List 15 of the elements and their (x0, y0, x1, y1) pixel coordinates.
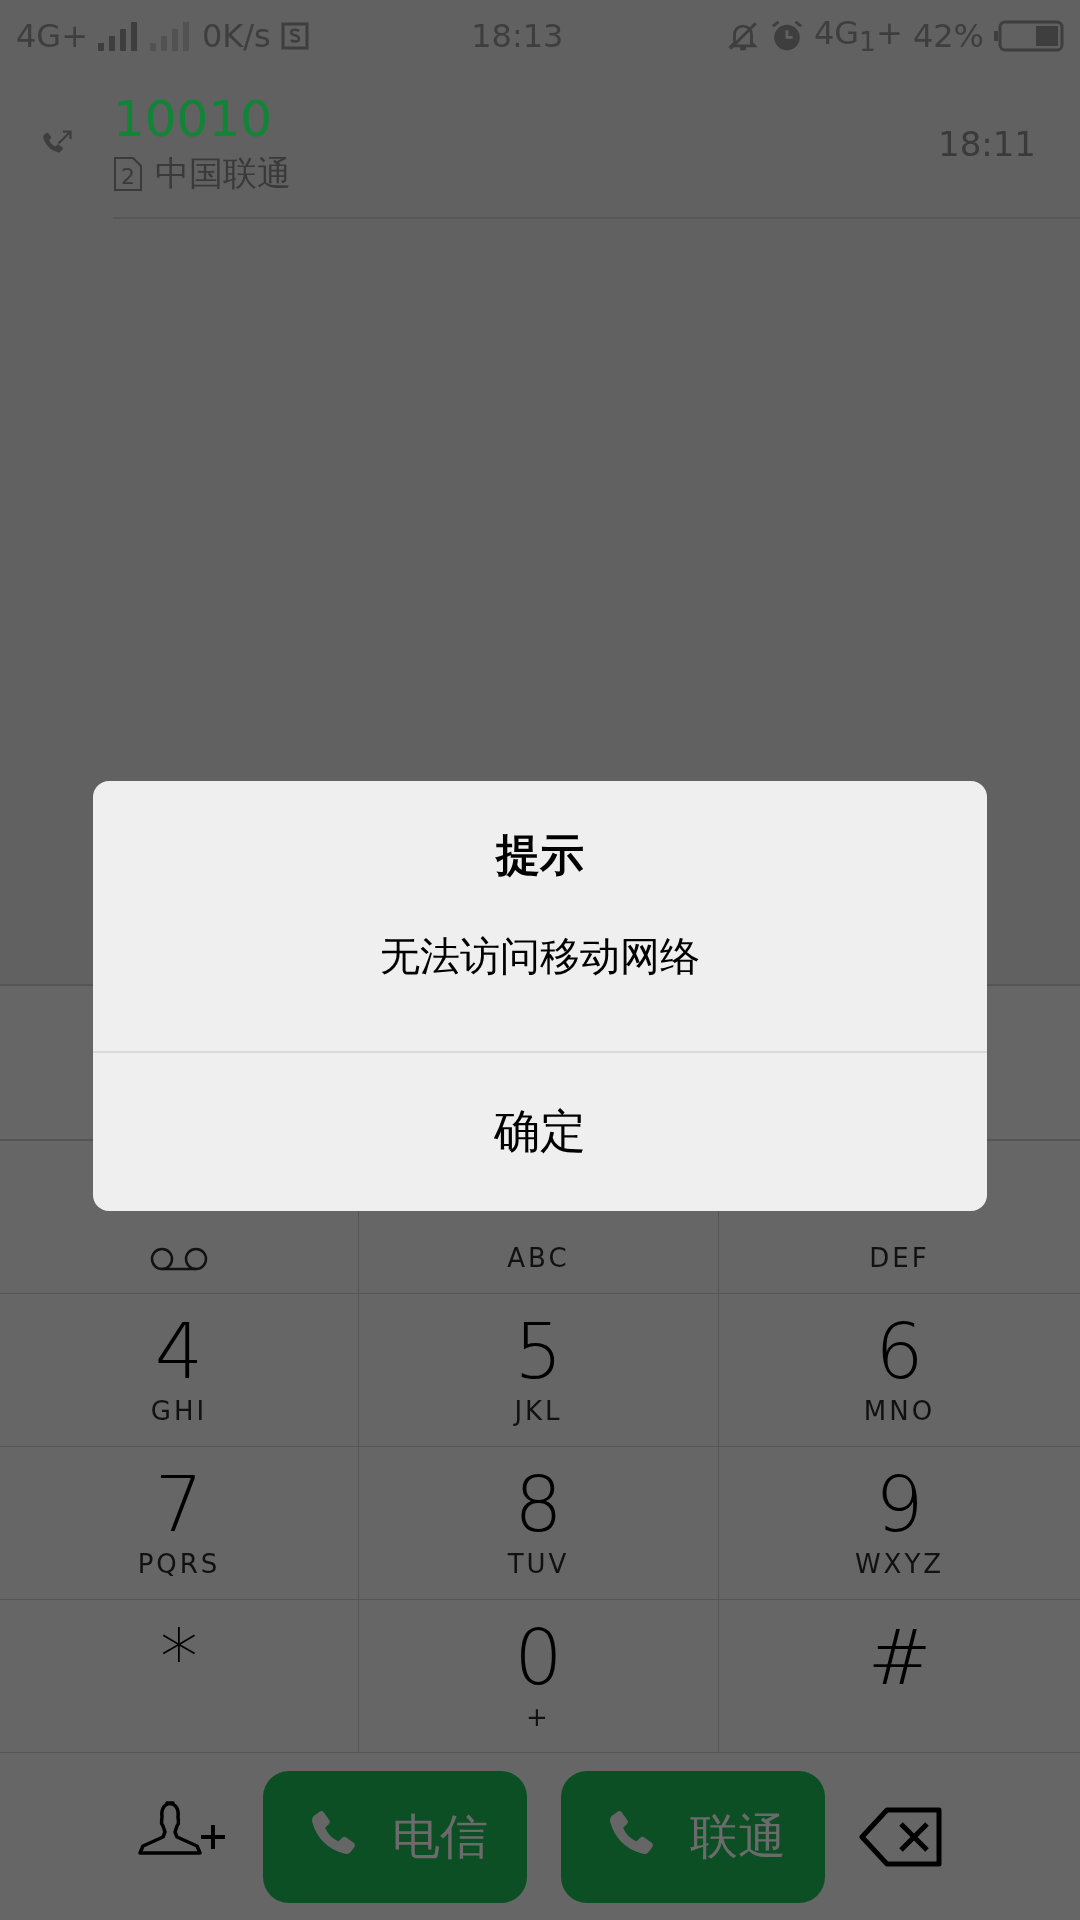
phone-number: 10010 (113, 91, 274, 147)
dial-key[interactable]: 8 TUV (359, 1447, 719, 1600)
signal-icon (97, 21, 140, 51)
s-square-icon (280, 22, 309, 50)
battery-icon (994, 20, 1064, 52)
dial-key[interactable]: 7 PQRS (0, 1447, 359, 1600)
backspace-icon[interactable] (859, 1806, 943, 1867)
dial-key[interactable]: 4 GHI (0, 1294, 359, 1447)
dial-key[interactable]: 0 + (359, 1600, 719, 1753)
dial-key[interactable]: * (0, 1600, 359, 1753)
dial-key[interactable]: 5 JKL (359, 1294, 719, 1447)
voicemail-icon (149, 1246, 209, 1272)
dialog-message: 无法访问移动网络 (93, 929, 987, 1053)
alarm-icon (769, 19, 804, 53)
dialog-title: 提示 (494, 827, 585, 882)
